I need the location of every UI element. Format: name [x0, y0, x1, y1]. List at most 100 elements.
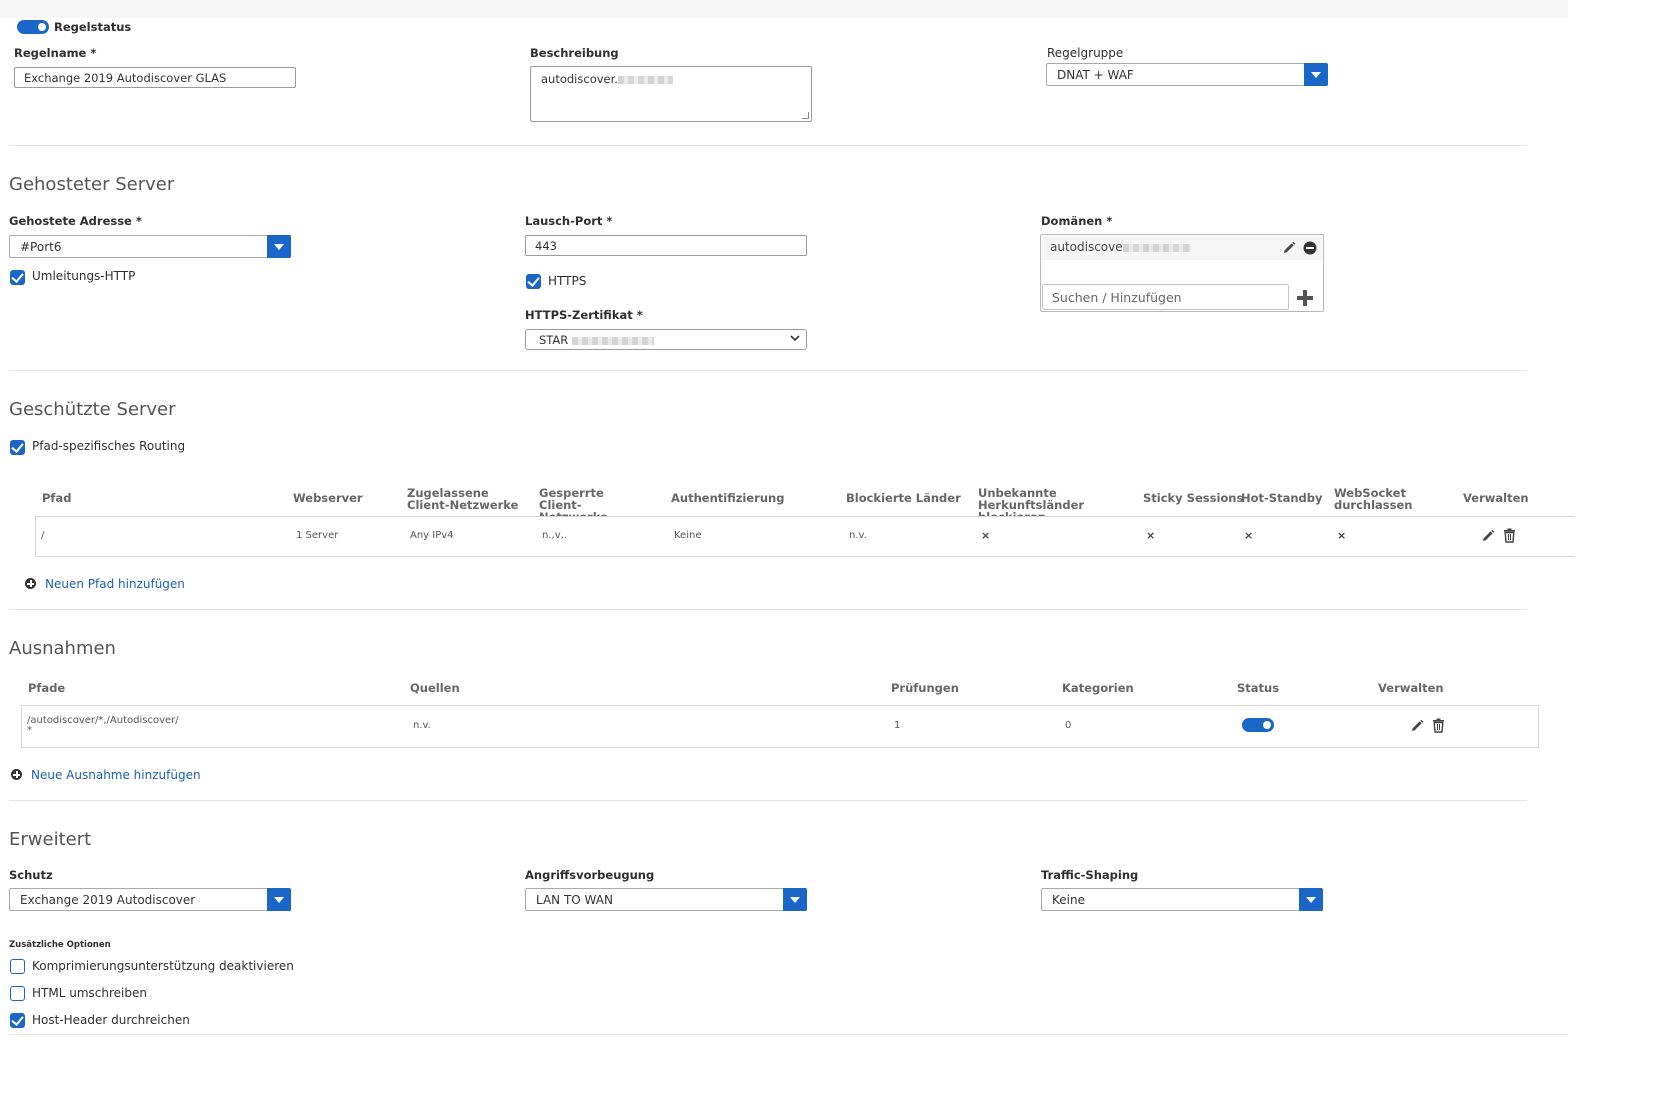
rule-group-select[interactable]: DNAT + WAF	[1046, 63, 1328, 86]
ips-value: LAN TO WAN	[536, 893, 613, 907]
row-path: /	[41, 530, 45, 541]
table-row	[21, 705, 1539, 748]
divider	[9, 370, 1527, 371]
description-text: autodiscover.	[541, 72, 618, 86]
ips-select[interactable]: LAN TO WAN	[525, 888, 807, 911]
column-header: Pfade	[28, 681, 66, 695]
column-header: Verwalten	[1463, 491, 1529, 505]
compression-label: Komprimierungsunterstützung deaktivieren	[32, 959, 294, 973]
path-routing-checkbox[interactable]	[10, 440, 25, 455]
column-header: Status	[1237, 681, 1280, 695]
domain-search-placeholder: Suchen / Hinzufügen	[1052, 290, 1182, 305]
exception-status-toggle[interactable]	[1242, 718, 1274, 732]
column-header: Sticky Sessions	[1143, 491, 1244, 505]
add-exception-link[interactable]: Neue Ausnahme hinzufügen	[31, 768, 201, 782]
cross-icon: ×	[1146, 529, 1156, 542]
https-cert-select[interactable]: STAR	[525, 329, 807, 350]
column-header: Hot-Standby	[1241, 491, 1323, 505]
domains-label: Domänen *	[1041, 214, 1113, 228]
https-cert-value: STAR	[539, 333, 569, 347]
domain-search-input[interactable]: Suchen / Hinzufügen	[1042, 284, 1289, 310]
column-header: Webserver	[293, 491, 363, 505]
trash-icon[interactable]	[1503, 528, 1516, 543]
column-header: Verwalten	[1378, 681, 1444, 695]
cross-icon: ×	[981, 529, 991, 542]
domains-box: autodiscove Suchen / Hinzufügen	[1040, 234, 1324, 312]
hosted-address-label: Gehostete Adresse *	[9, 214, 142, 228]
traffic-shaping-value: Keine	[1052, 893, 1085, 907]
exception-checks: 1	[894, 720, 901, 731]
chevron-down-icon[interactable]	[267, 235, 291, 258]
description-label: Beschreibung	[530, 46, 619, 60]
chevron-down-icon[interactable]	[1304, 63, 1328, 86]
row-authentication: Keine	[674, 530, 702, 541]
chevron-down-icon	[790, 335, 800, 342]
trash-icon[interactable]	[1432, 718, 1445, 733]
rule-group-label: Regelgruppe	[1047, 46, 1124, 60]
section-title-protected-servers: Geschützte Server	[9, 399, 176, 420]
chevron-down-icon[interactable]	[783, 888, 807, 911]
resize-handle-icon[interactable]	[802, 112, 809, 119]
add-circle-icon	[25, 578, 36, 589]
description-textarea[interactable]: autodiscover.	[530, 66, 812, 122]
redacted-text	[617, 75, 673, 84]
compression-checkbox[interactable]	[10, 959, 25, 974]
remove-minus-icon[interactable]	[1303, 241, 1317, 255]
section-title-exceptions: Ausnahmen	[9, 638, 116, 659]
chevron-down-icon[interactable]	[267, 888, 291, 911]
html-rewrite-checkbox[interactable]	[10, 986, 25, 1001]
exception-path: /autodiscover/*,/Autodiscover/	[27, 715, 179, 726]
redacted-text	[1122, 243, 1191, 252]
row-webserver: 1 Server	[296, 530, 339, 541]
cross-icon: ×	[1244, 529, 1254, 542]
host-header-label: Host-Header durchreichen	[32, 1013, 190, 1027]
column-header: Blockierte Länder	[846, 491, 961, 505]
listen-port-input[interactable]: 443	[525, 235, 807, 256]
redacted-text	[571, 336, 654, 345]
rule-status-toggle[interactable]	[17, 20, 49, 34]
section-title-advanced: Erweitert	[9, 829, 92, 850]
row-allowed-networks: Any IPv4	[410, 530, 454, 541]
domain-chip-text: autodiscove	[1050, 240, 1123, 254]
column-header: WebSocket durchlassen	[1334, 486, 1413, 512]
domain-chip: autodiscove	[1042, 236, 1322, 260]
cross-icon: ×	[1337, 529, 1347, 542]
chevron-down-icon[interactable]	[1299, 888, 1323, 911]
path-routing-label: Pfad-spezifisches Routing	[32, 439, 186, 453]
divider	[9, 145, 1527, 146]
host-header-checkbox[interactable]	[10, 1013, 25, 1028]
section-title-hosted-server: Gehosteter Server	[9, 174, 175, 195]
exception-categories: 0	[1065, 720, 1072, 731]
redirect-http-label: Umleitungs-HTTP	[32, 269, 136, 283]
divider	[9, 800, 1527, 801]
divider	[9, 1034, 1568, 1035]
edit-pencil-icon[interactable]	[1410, 719, 1424, 733]
column-header: Authentifizierung	[671, 491, 785, 505]
column-header: Zugelassene Client-Netzwerke	[407, 486, 519, 512]
edit-pencil-icon[interactable]	[1481, 529, 1495, 543]
html-rewrite-label: HTML umschreiben	[32, 986, 147, 1000]
protection-label: Schutz	[9, 868, 53, 882]
divider	[9, 609, 1527, 610]
redirect-http-checkbox[interactable]	[10, 270, 25, 285]
https-checkbox[interactable]	[526, 274, 541, 289]
hosted-address-value: #Port6	[20, 240, 62, 254]
rule-status-label: Regelstatus	[54, 20, 132, 34]
column-header: Kategorien	[1062, 681, 1134, 695]
rule-name-input[interactable]: Exchange 2019 Autodiscover GLAS	[14, 67, 296, 88]
additional-options-label: Zusätzliche Optionen	[9, 940, 111, 950]
column-header: Prüfungen	[891, 681, 959, 695]
rule-group-value: DNAT + WAF	[1057, 68, 1134, 82]
protection-select[interactable]: Exchange 2019 Autodiscover	[9, 888, 291, 911]
traffic-shaping-label: Traffic-Shaping	[1041, 868, 1139, 882]
traffic-shaping-select[interactable]: Keine	[1041, 888, 1323, 911]
row-blocked-countries: n.v.	[849, 530, 867, 541]
add-circle-icon	[11, 769, 22, 780]
add-path-link[interactable]: Neuen Pfad hinzufügen	[45, 577, 185, 591]
listen-port-label: Lausch-Port *	[525, 214, 613, 228]
edit-pencil-icon[interactable]	[1282, 241, 1296, 255]
add-plus-icon[interactable]	[1295, 288, 1315, 308]
hosted-address-select[interactable]: #Port6	[9, 235, 291, 258]
row-blocked-networks: n.,v,.	[542, 530, 567, 541]
ips-label: Angriffsvorbeugung	[525, 868, 655, 882]
